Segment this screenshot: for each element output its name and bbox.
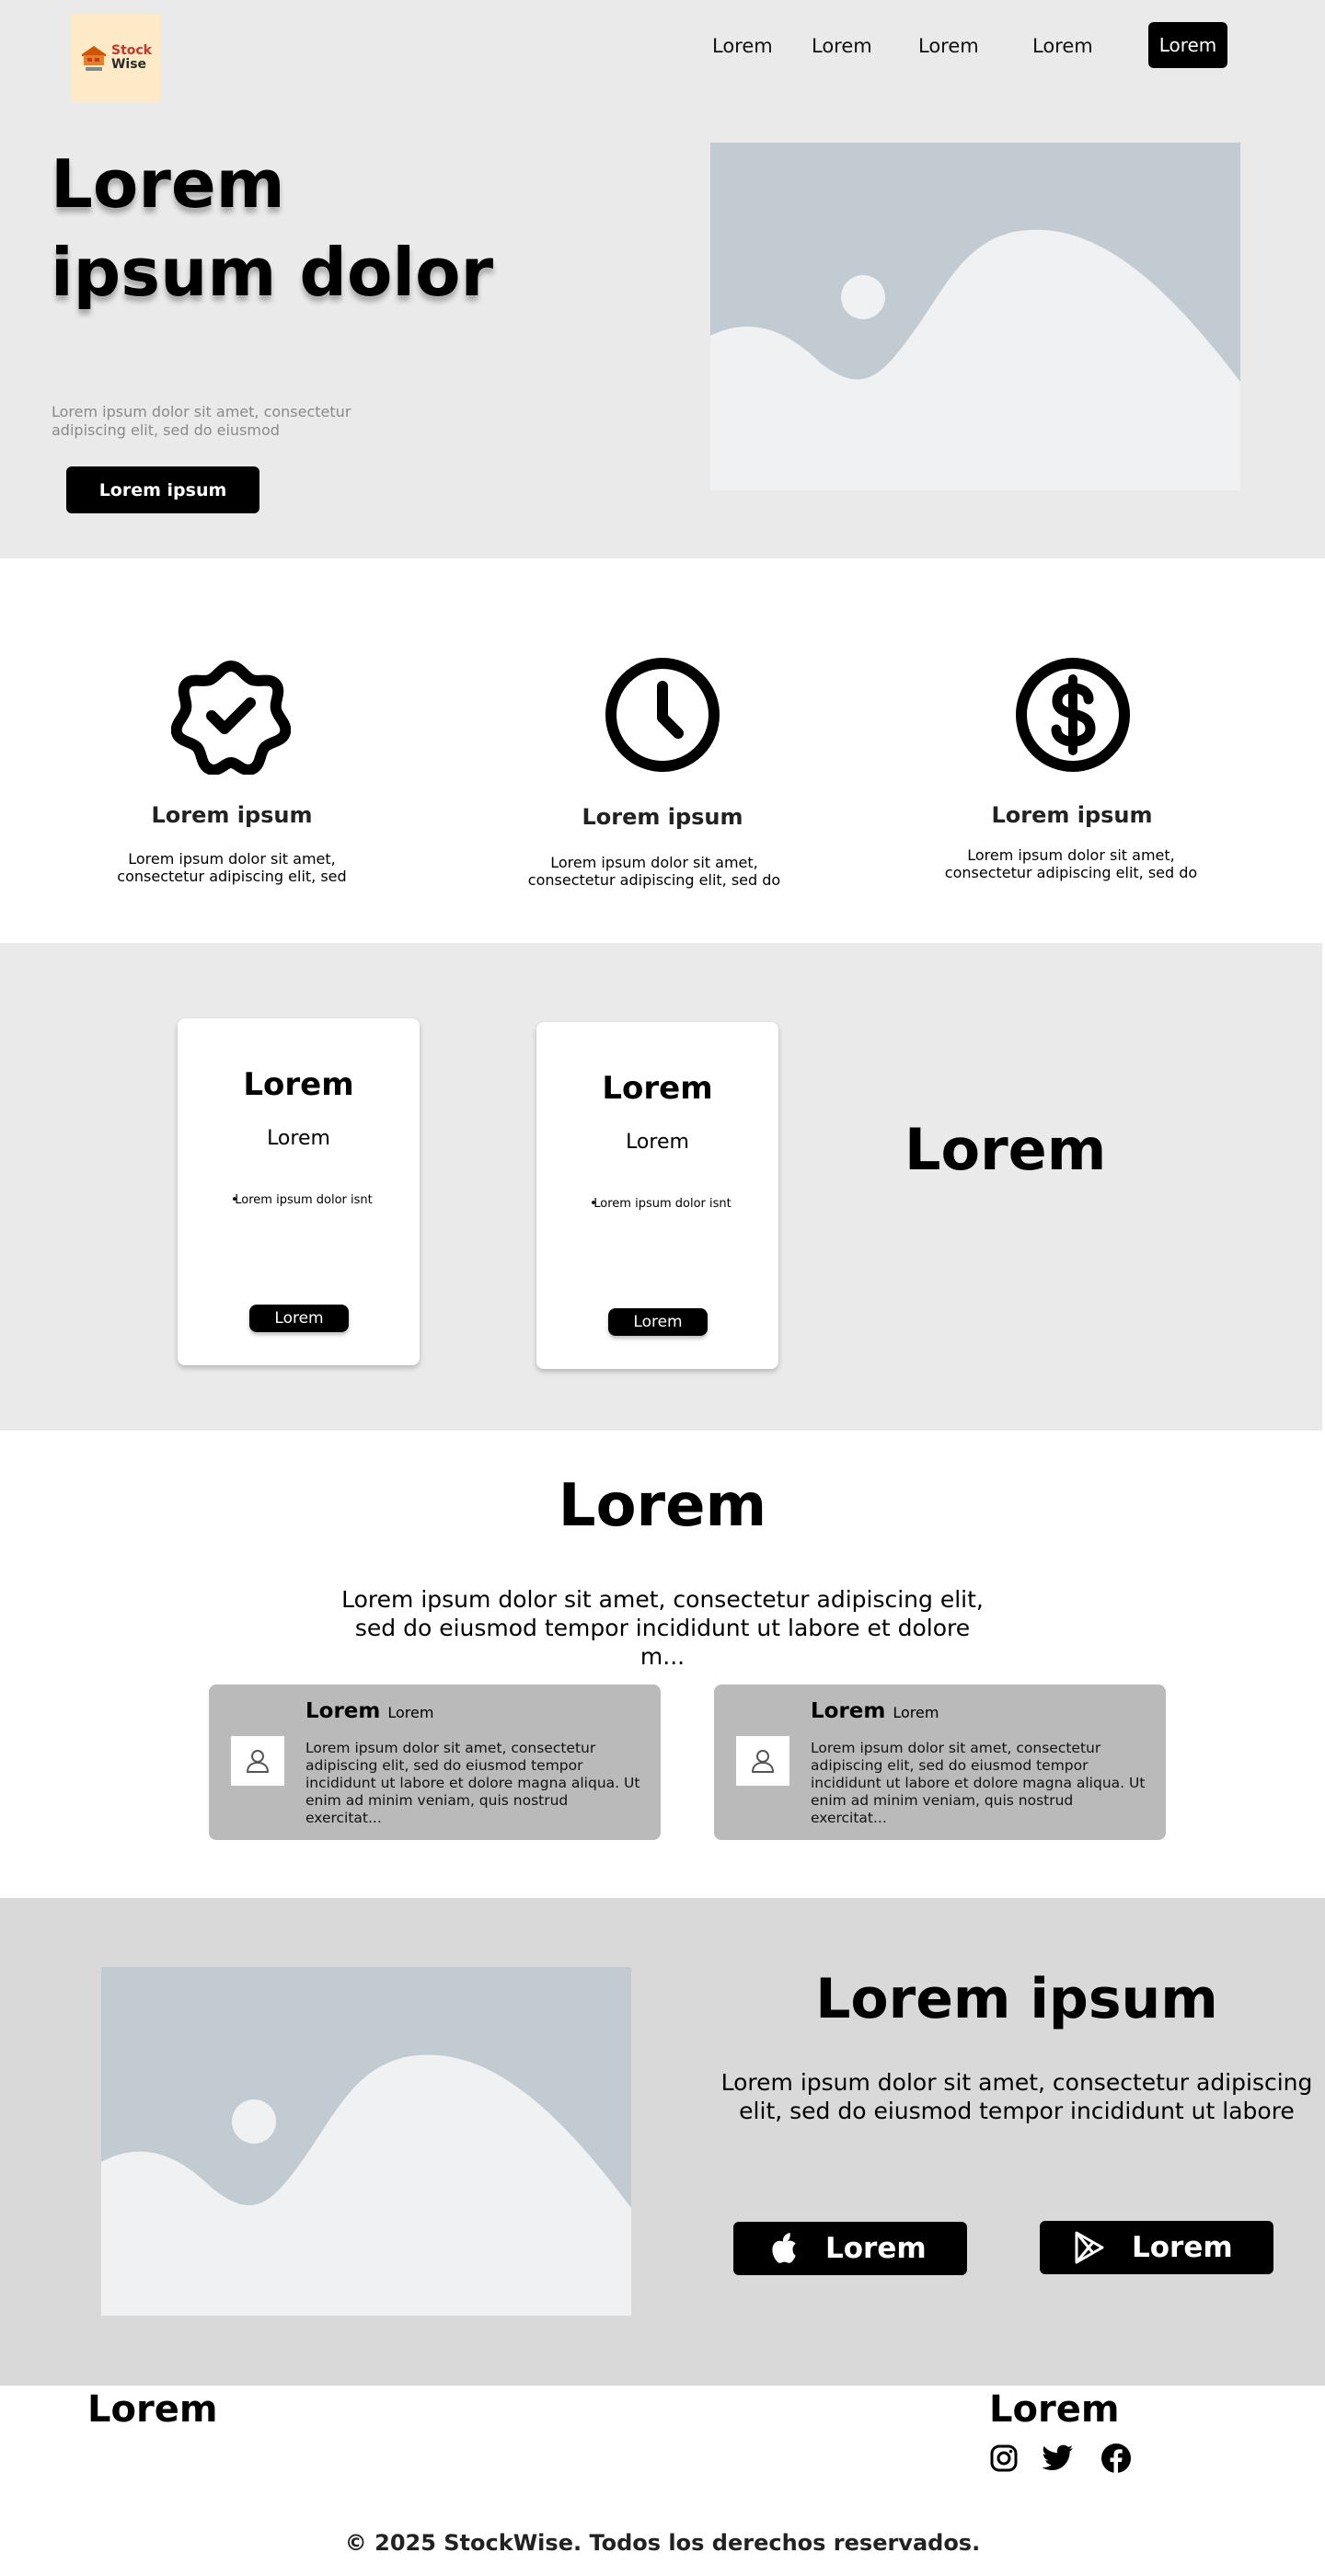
logo[interactable]: Stock Wise xyxy=(71,14,161,102)
logo-text-stock: Stock xyxy=(110,43,152,58)
app-store-label: Lorem xyxy=(825,2232,927,2265)
pricing-card-title: Lorem xyxy=(602,1070,713,1107)
feature-text-3: Lorem ipsum dolor sit amet, consectetur … xyxy=(944,846,1198,881)
instagram-icon[interactable] xyxy=(987,2442,1020,2475)
feature-title-3: Lorem ipsum xyxy=(991,802,1153,828)
nav-link-2[interactable]: Lorem xyxy=(812,35,872,57)
testimonial-text: Lorem ipsum dolor sit amet, consectetur … xyxy=(811,1740,1146,1826)
user-icon xyxy=(752,1750,774,1773)
testimonial-card-2: Lorem Lorem Lorem ipsum dolor sit amet, c… xyxy=(714,1685,1166,1840)
clock-icon xyxy=(605,658,720,772)
nav-link-3[interactable]: Lorem xyxy=(918,35,979,57)
avatar xyxy=(231,1736,284,1786)
play-store-button[interactable]: Lorem xyxy=(1040,2221,1273,2274)
facebook-icon[interactable] xyxy=(1100,2442,1133,2475)
pricing-card-subtitle: Lorem xyxy=(267,1127,330,1150)
pricing-card-1: Lorem Lorem Lorem ipsum dolor isnt Lorem xyxy=(178,1018,420,1365)
play-store-icon xyxy=(1071,2229,1108,2266)
app-title: Lorem ipsum xyxy=(815,1967,1218,2031)
pricing-card-2: Lorem Lorem Lorem ipsum dolor isnt Lorem xyxy=(536,1022,778,1369)
app-subtitle: Lorem ipsum dolor sit amet, consectetur … xyxy=(720,2069,1313,2124)
hero-image-placeholder xyxy=(710,143,1240,490)
testimonials-title: Lorem xyxy=(558,1472,767,1540)
testimonial-text: Lorem ipsum dolor sit amet, consectetur … xyxy=(305,1740,640,1826)
nav-cta-button[interactable]: Lorem xyxy=(1148,22,1227,68)
testimonial-role: Lorem xyxy=(893,1704,939,1721)
apple-icon xyxy=(765,2230,801,2267)
nav-link-1[interactable]: Lorem xyxy=(712,35,773,57)
pricing-card-button[interactable]: Lorem xyxy=(249,1305,349,1332)
avatar xyxy=(736,1736,789,1786)
app-store-button[interactable]: Lorem xyxy=(733,2222,967,2275)
warehouse-icon xyxy=(81,46,106,71)
testimonials-subtitle: Lorem ipsum dolor sit amet, consectetur … xyxy=(341,1586,984,1670)
app-image-placeholder xyxy=(101,1967,631,2316)
hero-cta-button[interactable]: Lorem ipsum xyxy=(66,466,259,513)
nav-link-4[interactable]: Lorem xyxy=(1032,35,1093,57)
twitter-icon[interactable] xyxy=(1042,2442,1075,2475)
feature-title-2: Lorem ipsum xyxy=(582,804,743,830)
testimonial-role: Lorem xyxy=(387,1704,434,1721)
logo-text-wise: Wise xyxy=(110,57,147,72)
copyright-text: © 2025 StockWise. Todos los derechos res… xyxy=(344,2530,981,2556)
feature-text-1: Lorem ipsum dolor sit amet, consectetur … xyxy=(117,850,347,885)
pricing-card-feature: Lorem ipsum dolor isnt xyxy=(231,1193,373,1207)
dollar-icon xyxy=(1016,658,1130,772)
play-store-label: Lorem xyxy=(1132,2231,1233,2264)
pricing-card-title: Lorem xyxy=(243,1066,354,1103)
hero-title: Lorem ipsum dolor xyxy=(51,145,494,311)
pricing-card-button[interactable]: Lorem xyxy=(608,1308,708,1336)
pricing-card-subtitle: Lorem xyxy=(626,1131,689,1154)
feature-text-2: Lorem ipsum dolor sit amet, consectetur … xyxy=(527,854,781,889)
testimonial-name: Lorem xyxy=(811,1699,886,1723)
testimonial-card-1: Lorem Lorem Lorem ipsum dolor sit amet, c… xyxy=(209,1685,661,1840)
pricing-card-feature: Lorem ipsum dolor isnt xyxy=(590,1197,732,1211)
feature-title-1: Lorem ipsum xyxy=(151,802,313,828)
badge-check-icon xyxy=(171,661,291,775)
hero-subtitle: Lorem ipsum dolor sit amet, consectetur … xyxy=(52,403,351,439)
footer-heading-right: Lorem xyxy=(989,2388,1120,2431)
pricing-side-heading: Lorem xyxy=(904,1116,1107,1183)
testimonial-name: Lorem xyxy=(305,1699,381,1723)
user-icon xyxy=(247,1750,269,1773)
footer-heading-left: Lorem xyxy=(87,2388,218,2431)
